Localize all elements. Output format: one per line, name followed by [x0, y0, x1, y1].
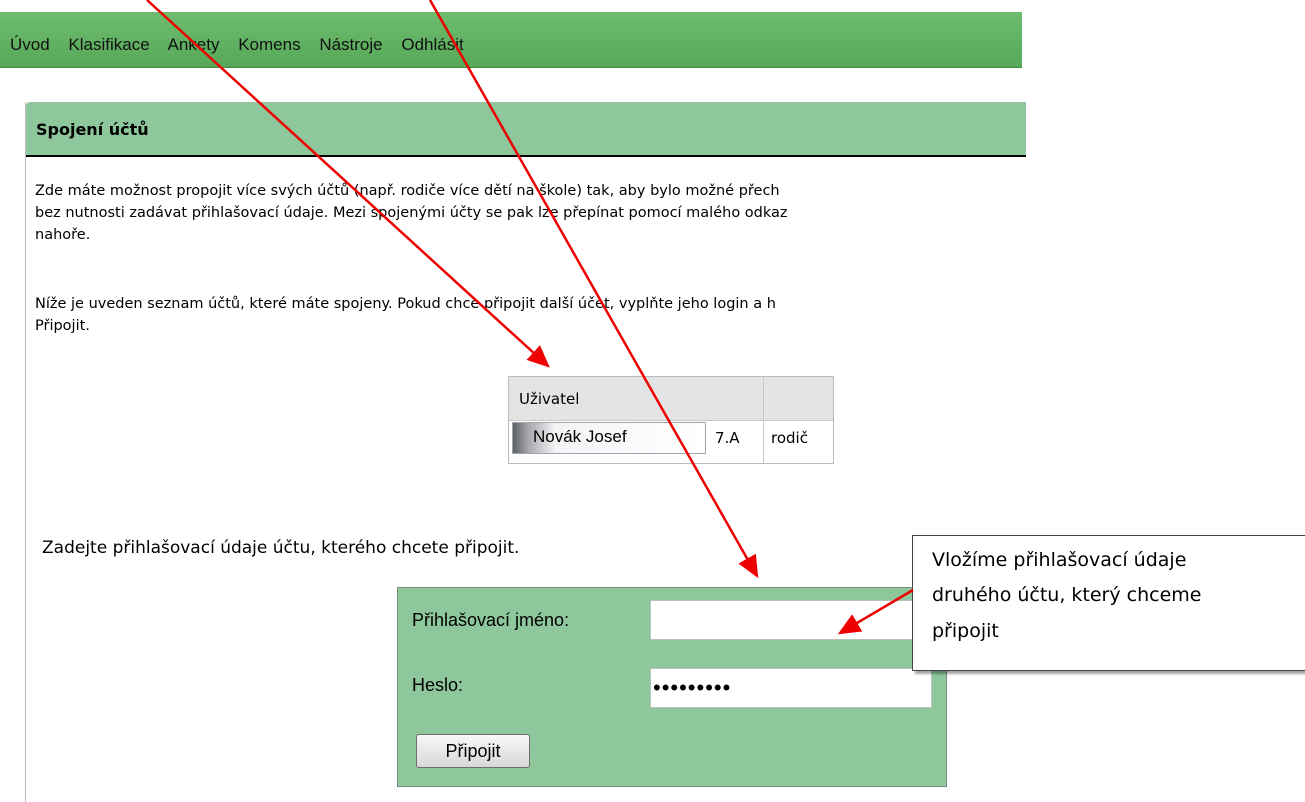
account-class: 7.A [715, 429, 740, 447]
linked-accounts-table: Uživatel Novák Josef 7.A rodič [508, 376, 834, 464]
panel-header: Spojení účtů [26, 102, 1026, 157]
nav-item-odhlasit[interactable]: Odhlásit [401, 35, 463, 54]
callout-line: připojit [932, 620, 999, 642]
account-name-cell[interactable]: Novák Josef [512, 422, 706, 454]
nav-item-nastroje[interactable]: Nástroje [319, 35, 382, 54]
connect-button[interactable]: Připojit [416, 734, 530, 768]
callout-note: Vložíme přihlašovací údaje druhého účtu,… [912, 535, 1305, 671]
column-divider [763, 377, 764, 420]
column-header-user: Uživatel [519, 390, 580, 408]
column-divider [763, 420, 764, 463]
account-role: rodič [771, 429, 808, 447]
login-label: Přihlašovací jméno: [412, 610, 570, 630]
top-navbar: Úvod Klasifikace Ankety Komens Nástroje … [0, 12, 1022, 68]
password-label: Heslo: [412, 675, 464, 695]
description-line: Připojit. [35, 318, 90, 334]
description-line: bez nutnosti zadávat přihlašovací údaje.… [35, 205, 788, 221]
nav-item-ankety[interactable]: Ankety [167, 35, 219, 54]
nav-item-klasifikace[interactable]: Klasifikace [68, 35, 149, 54]
description-line: Zde máte možnost propojit více svých účt… [35, 183, 780, 199]
description-line: nahoře. [35, 227, 91, 243]
panel-title: Spojení účtů [36, 120, 149, 139]
description-line: Níže je uveden seznam účtů, které máte s… [35, 296, 776, 312]
password-input[interactable] [650, 668, 932, 708]
nav-item-komens[interactable]: Komens [238, 35, 300, 54]
form-prompt: Zadejte přihlašovací údaje účtu, kterého… [42, 538, 520, 558]
account-name: Novák Josef [533, 427, 627, 446]
callout-line: druhého účtu, který chceme [932, 584, 1202, 606]
connect-account-form: Přihlašovací jméno: Heslo: Připojit [397, 587, 947, 787]
login-input[interactable] [650, 600, 930, 640]
callout-line: Vložíme přihlašovací údaje [932, 549, 1187, 571]
nav-menu: Úvod Klasifikace Ankety Komens Nástroje … [10, 35, 478, 55]
nav-item-uvod[interactable]: Úvod [10, 35, 50, 54]
table-header: Uživatel [509, 377, 833, 421]
